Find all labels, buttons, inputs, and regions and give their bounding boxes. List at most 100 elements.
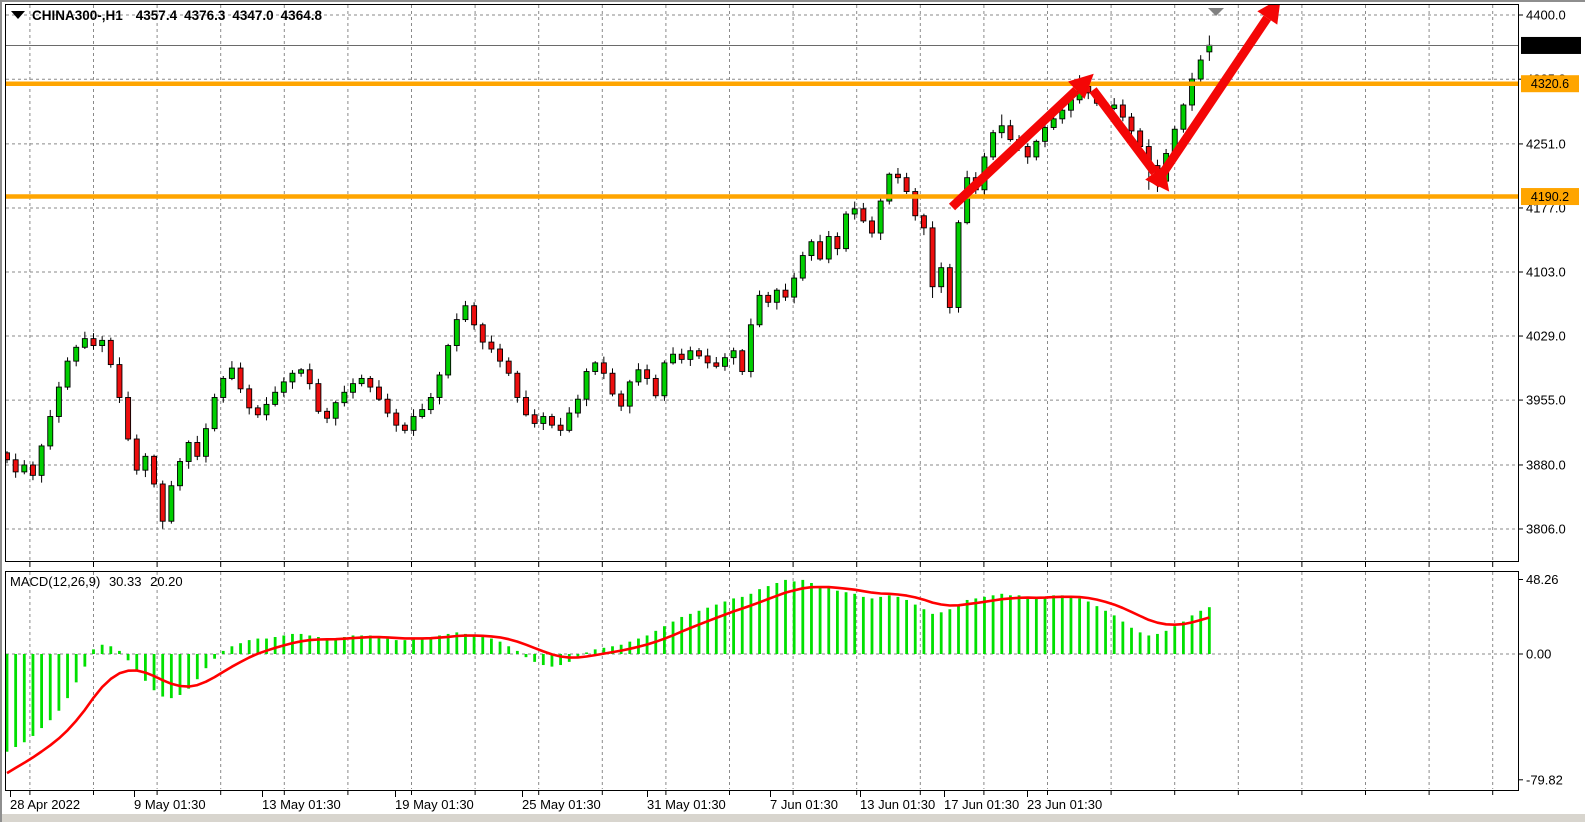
symbol-timeframe-label: CHINA300-,H1	[32, 8, 123, 23]
macd-bar	[499, 642, 502, 654]
macd-bar	[888, 595, 891, 654]
candlestick	[359, 378, 364, 383]
macd-bar	[101, 645, 104, 654]
macd-bar	[326, 639, 329, 654]
price-tick-label: 4400.0	[1526, 8, 1566, 23]
candlestick	[774, 290, 779, 302]
candlestick	[480, 325, 485, 342]
macd-name: MACD(12,26,9)	[10, 574, 100, 589]
macd-bar	[1173, 626, 1176, 654]
macd-bar	[58, 654, 61, 711]
chart-canvas[interactable]: 4400.04325.84251.04177.04103.04029.03955…	[2, 2, 1585, 822]
macd-bar	[196, 654, 199, 679]
candlestick	[221, 378, 226, 397]
macd-bar	[879, 597, 882, 654]
price-tick-label: 4029.0	[1526, 329, 1566, 344]
trading-chart-window: 4400.04325.84251.04177.04103.04029.03955…	[0, 0, 1585, 822]
price-tick-label: 4103.0	[1526, 265, 1566, 280]
candlestick	[740, 351, 745, 372]
candlestick	[1060, 110, 1065, 119]
candlestick	[454, 320, 459, 346]
macd-bar	[750, 594, 753, 654]
candlestick	[186, 442, 191, 461]
candlestick	[290, 373, 295, 382]
macd-tick-label: 0.00	[1526, 647, 1551, 662]
candlestick	[653, 378, 658, 395]
close-value: 4364.8	[281, 8, 322, 23]
macd-bar	[231, 646, 234, 654]
macd-bar	[32, 654, 35, 736]
candlestick	[645, 370, 650, 379]
macd-bar	[585, 652, 588, 654]
candlestick	[91, 339, 96, 346]
candlestick	[800, 256, 805, 278]
macd-bar	[135, 654, 138, 670]
macd-bar	[421, 639, 424, 654]
macd-tick-label: -79.82	[1526, 772, 1563, 787]
macd-bar	[1139, 632, 1142, 654]
macd-bar	[92, 649, 95, 654]
candlestick	[229, 368, 234, 378]
price-tick-label: 3955.0	[1526, 393, 1566, 408]
macd-bar	[23, 654, 26, 742]
candlestick	[351, 384, 356, 393]
macd-indicator-label: MACD(12,26,9) 30.33 20.20	[10, 574, 188, 589]
macd-bar	[161, 654, 164, 697]
macd-bar	[1070, 597, 1073, 654]
macd-bar	[914, 605, 917, 654]
macd-bar	[1147, 635, 1150, 654]
time-axis-label: 13 Jun 01:30	[860, 797, 935, 812]
hline-price-badge-label: 4320.6	[1531, 77, 1569, 91]
candlestick	[411, 417, 416, 431]
candlestick	[316, 384, 321, 412]
candlestick	[325, 411, 330, 418]
time-axis-label: 23 Jun 01:30	[1027, 797, 1102, 812]
candlestick	[757, 295, 762, 324]
macd-pane[interactable]	[6, 572, 1519, 791]
macd-bar	[1035, 598, 1038, 654]
main-chart-pane[interactable]	[6, 5, 1519, 562]
macd-bar	[1078, 598, 1081, 654]
macd-bar	[378, 637, 381, 654]
candlestick	[575, 399, 580, 413]
macd-bar	[1052, 595, 1055, 654]
macd-bar	[1113, 615, 1116, 654]
macd-bar	[525, 654, 528, 657]
macd-bar	[966, 600, 969, 654]
candlestick	[930, 228, 935, 287]
candlestick	[420, 410, 425, 417]
candlestick	[169, 486, 174, 521]
macd-bar	[395, 640, 398, 654]
candlestick	[671, 354, 676, 363]
candlestick	[731, 351, 736, 358]
macd-bar	[75, 654, 78, 682]
macd-bar	[1182, 622, 1185, 654]
candlestick	[255, 408, 260, 415]
macd-bar	[672, 622, 675, 654]
candlestick	[1129, 117, 1134, 131]
candlestick	[299, 370, 304, 373]
macd-bar	[66, 654, 69, 698]
candlestick	[956, 223, 961, 308]
macd-bar	[187, 654, 190, 689]
candlestick	[714, 363, 719, 366]
macd-bar	[1009, 595, 1012, 654]
macd-bar	[819, 586, 822, 654]
candlestick	[203, 429, 208, 457]
candlestick	[65, 361, 70, 387]
candlestick	[394, 413, 399, 425]
candlestick	[342, 392, 347, 402]
macd-bar	[1130, 628, 1133, 654]
candlestick	[195, 442, 200, 456]
macd-bar	[40, 654, 43, 728]
macd-bar	[1087, 602, 1090, 654]
macd-bar	[205, 654, 208, 668]
candlestick	[264, 404, 269, 414]
macd-bar	[853, 594, 856, 654]
macd-bar	[957, 605, 960, 654]
candlestick	[1025, 147, 1030, 157]
candlestick	[238, 368, 243, 389]
symbol-marker-icon	[11, 11, 25, 20]
candlestick	[584, 372, 589, 400]
candlestick	[126, 397, 131, 439]
